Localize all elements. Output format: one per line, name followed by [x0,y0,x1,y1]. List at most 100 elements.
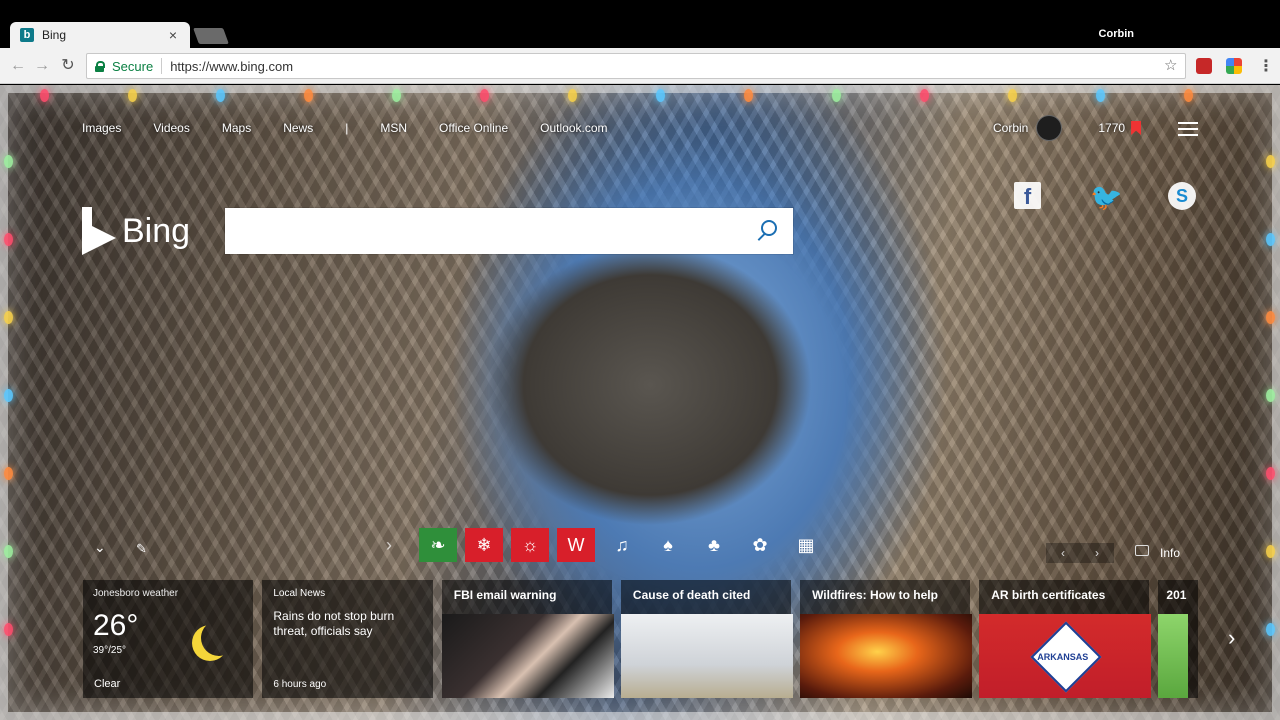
search-icon[interactable] [761,220,777,236]
news-image: ARKANSAS [979,614,1152,698]
next-image-icon[interactable]: › [1080,543,1114,563]
carousel-next-icon[interactable]: › [1228,625,1235,651]
skype-icon[interactable]: S [1168,182,1196,210]
ornament-icon[interactable]: W [557,528,595,562]
snowflake-icon[interactable]: ❄ [465,528,503,562]
flag-text: ARKANSAS [1037,652,1089,662]
nav-outlook[interactable]: Outlook.com [540,121,607,135]
url-text: https://www.bing.com [170,58,294,74]
weather-tile[interactable]: Jonesboro weather 26° 39°/25° Clear [83,580,254,698]
rewards-medal-icon[interactable] [1131,121,1142,135]
holiday-light [392,89,401,102]
tab-bing[interactable]: b Bing × [10,22,190,48]
news-image [441,614,614,698]
holiday-light [4,155,13,168]
top-navigation: Images Videos Maps News | MSN Office Onl… [82,121,640,135]
nav-news[interactable]: News [283,121,313,135]
new-tab-button[interactable] [193,28,229,44]
bell-icon[interactable]: ♫ [603,528,641,562]
gift-exchange-icon[interactable]: ✿ [741,528,779,562]
holiday-light [304,89,313,102]
holiday-light [4,623,13,636]
news-title: Cause of death cited [632,588,751,602]
holiday-light [4,545,13,558]
bing-b-icon [82,207,118,255]
reload-icon[interactable]: ↻ [58,56,78,76]
weather-location: Jonesboro weather [93,588,179,599]
rewards-points[interactable]: 1770 [1098,121,1125,135]
local-news-tile[interactable]: Local News Rains do not stop burn threat… [262,580,433,698]
news-tile-partial[interactable]: 201 [1158,580,1198,698]
bookmark-star-icon[interactable]: ☆ [1164,56,1177,74]
nav-images[interactable]: Images [82,121,121,135]
weather-condition: Clear [94,678,121,690]
moon-icon [201,620,237,656]
holiday-light [480,89,489,102]
lightbulb-icon[interactable]: ☼ [511,528,549,562]
user-area: Corbin 1770 [993,115,1142,141]
news-tile[interactable]: Wildfires: How to help [800,580,973,698]
browser-menu-icon[interactable]: ⋮ [1258,56,1274,76]
holiday-light [1266,389,1275,402]
stocking-icon[interactable]: ♣ [695,528,733,562]
news-title: AR birth certificates [991,588,1106,602]
news-image [620,614,793,698]
lock-icon [95,60,105,72]
tab-close-icon[interactable]: × [166,27,180,43]
news-title: 201 [1166,588,1187,602]
avatar[interactable] [1036,115,1063,141]
holiday-light [216,89,225,102]
holiday-light [1266,545,1275,558]
hamburger-menu-icon[interactable] [1178,122,1198,136]
news-tile[interactable]: Cause of death cited [620,580,793,698]
news-tile[interactable]: FBI email warning [441,580,614,698]
nav-msn[interactable]: MSN [380,121,407,135]
holiday-light [4,467,13,480]
holiday-light [656,89,665,102]
holiday-light [1266,155,1275,168]
news-carousel: Jonesboro weather 26° 39°/25° Clear Loca… [83,580,1198,698]
gift-icon[interactable]: ▦ [787,528,825,562]
logo-text: Bing [122,211,191,250]
local-news-label: Local News [273,588,326,599]
bing-logo: Bing [82,207,190,255]
search-input[interactable] [225,208,793,254]
holiday-light [4,233,13,246]
nav-maps[interactable]: Maps [222,121,251,135]
bing-homepage: Images Videos Maps News | MSN Office Onl… [0,85,1280,720]
news-title: Wildfires: How to help [812,588,938,602]
news-tile[interactable]: AR birth certificates ARKANSAS [979,580,1152,698]
image-info-link[interactable]: Info [1160,546,1180,560]
chevron-down-icon[interactable]: ⌄ [94,539,106,556]
facebook-icon[interactable]: f [1014,182,1041,209]
extension-shield-icon[interactable] [1196,58,1212,74]
local-news-time: 6 hours ago [273,679,327,690]
address-bar[interactable]: Secure https://www.bing.com [86,53,1186,79]
holiday-light [1266,623,1275,636]
chevron-right-icon[interactable]: › [386,535,392,556]
holiday-icon-strip: ❧ ❄ ☼ W ♫ ♠ ♣ ✿ ▦ [419,528,833,562]
pencil-icon[interactable]: ✎ [136,541,147,557]
news-image [800,614,973,698]
nav-videos[interactable]: Videos [153,121,189,135]
holiday-light [4,389,13,402]
bing-favicon-icon: b [20,28,34,42]
image-navigation: ‹ › [1046,543,1114,563]
address-divider [161,58,163,74]
leaf-icon[interactable]: ❧ [419,528,457,562]
previous-image-icon[interactable]: ‹ [1046,543,1080,563]
nav-office-online[interactable]: Office Online [439,121,508,135]
extension-color-icon[interactable] [1226,58,1242,74]
browser-profile-name[interactable]: Corbin [1099,28,1134,40]
holiday-light [1266,467,1275,480]
local-news-title: Rains do not stop burn threat, officials… [273,609,395,638]
user-name[interactable]: Corbin [993,121,1028,135]
camera-icon[interactable] [1135,545,1149,556]
holiday-light [920,89,929,102]
holiday-light [1008,89,1017,102]
candle-icon[interactable]: ♠ [649,528,687,562]
twitter-icon[interactable]: 🐦 [1090,182,1122,212]
forward-arrow-icon[interactable]: → [32,56,52,76]
back-arrow-icon[interactable]: ← [8,56,28,76]
holiday-light [4,311,13,324]
